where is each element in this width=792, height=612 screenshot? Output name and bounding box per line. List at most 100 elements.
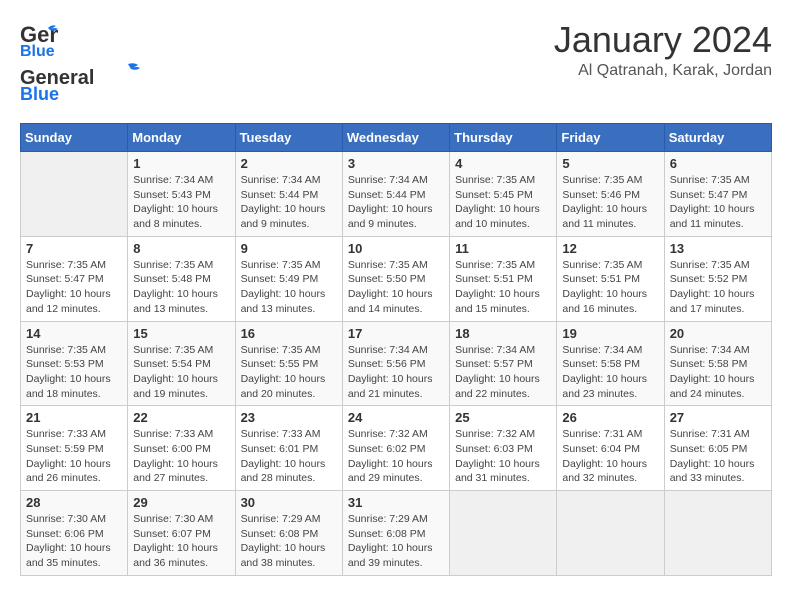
day-info: Sunrise: 7:34 AMSunset: 5:44 PMDaylight:… (241, 173, 337, 232)
day-info: Sunrise: 7:35 AMSunset: 5:53 PMDaylight:… (26, 343, 122, 402)
page-header: General Blue General Blue January 2024 A… (20, 20, 772, 107)
day-info: Sunrise: 7:34 AMSunset: 5:58 PMDaylight:… (670, 343, 766, 402)
day-number: 5 (562, 156, 658, 171)
day-number: 19 (562, 326, 658, 341)
calendar-cell: 7 Sunrise: 7:35 AMSunset: 5:47 PMDaylight… (21, 236, 128, 321)
day-info: Sunrise: 7:32 AMSunset: 6:02 PMDaylight:… (348, 427, 444, 486)
calendar-cell: 12 Sunrise: 7:35 AMSunset: 5:51 PMDayligh… (557, 236, 664, 321)
day-info: Sunrise: 7:35 AMSunset: 5:52 PMDaylight:… (670, 258, 766, 317)
logo-icon: General Blue (20, 20, 58, 58)
calendar-cell: 28 Sunrise: 7:30 AMSunset: 6:06 PMDayligh… (21, 491, 128, 576)
calendar-week-row: 28 Sunrise: 7:30 AMSunset: 6:06 PMDayligh… (21, 491, 772, 576)
day-info: Sunrise: 7:29 AMSunset: 6:08 PMDaylight:… (241, 512, 337, 571)
calendar-cell: 15 Sunrise: 7:35 AMSunset: 5:54 PMDayligh… (128, 321, 235, 406)
calendar-cell: 4 Sunrise: 7:35 AMSunset: 5:45 PMDaylight… (450, 152, 557, 237)
day-info: Sunrise: 7:31 AMSunset: 6:04 PMDaylight:… (562, 427, 658, 486)
calendar-table: SundayMondayTuesdayWednesdayThursdayFrid… (20, 123, 772, 576)
logo-svg: General Blue (20, 62, 140, 102)
calendar-week-row: 14 Sunrise: 7:35 AMSunset: 5:53 PMDayligh… (21, 321, 772, 406)
calendar-cell: 16Sunrise: 7:35 AMSunset: 5:55 PMDayligh… (235, 321, 342, 406)
day-info: Sunrise: 7:35 AMSunset: 5:54 PMDaylight:… (133, 343, 229, 402)
calendar-cell: 26 Sunrise: 7:31 AMSunset: 6:04 PMDayligh… (557, 406, 664, 491)
calendar-header: SundayMondayTuesdayWednesdayThursdayFrid… (21, 124, 772, 152)
day-info: Sunrise: 7:30 AMSunset: 6:07 PMDaylight:… (133, 512, 229, 571)
day-info: Sunrise: 7:33 AMSunset: 6:01 PMDaylight:… (241, 427, 337, 486)
calendar-cell: 13 Sunrise: 7:35 AMSunset: 5:52 PMDayligh… (664, 236, 771, 321)
day-info: Sunrise: 7:32 AMSunset: 6:03 PMDaylight:… (455, 427, 551, 486)
month-title: January 2024 (554, 20, 772, 60)
day-info: Sunrise: 7:35 AMSunset: 5:51 PMDaylight:… (562, 258, 658, 317)
day-info: Sunrise: 7:35 AMSunset: 5:49 PMDaylight:… (241, 258, 337, 317)
calendar-cell: 11 Sunrise: 7:35 AMSunset: 5:51 PMDayligh… (450, 236, 557, 321)
weekday-header-row: SundayMondayTuesdayWednesdayThursdayFrid… (21, 124, 772, 152)
calendar-week-row: 21 Sunrise: 7:33 AMSunset: 5:59 PMDayligh… (21, 406, 772, 491)
day-info: Sunrise: 7:33 AMSunset: 5:59 PMDaylight:… (26, 427, 122, 486)
calendar-cell (21, 152, 128, 237)
weekday-header-wednesday: Wednesday (342, 124, 449, 152)
calendar-cell: 8Sunrise: 7:35 AMSunset: 5:48 PMDaylight… (128, 236, 235, 321)
calendar-cell: 30 Sunrise: 7:29 AMSunset: 6:08 PMDayligh… (235, 491, 342, 576)
calendar-cell: 2 Sunrise: 7:34 AMSunset: 5:44 PMDaylight… (235, 152, 342, 237)
calendar-cell: 5 Sunrise: 7:35 AMSunset: 5:46 PMDaylight… (557, 152, 664, 237)
day-number: 28 (26, 495, 122, 510)
day-info: Sunrise: 7:35 AMSunset: 5:55 PMDaylight:… (241, 343, 337, 402)
day-number: 14 (26, 326, 122, 341)
calendar-cell (664, 491, 771, 576)
day-number: 24 (348, 410, 444, 425)
day-info: Sunrise: 7:34 AMSunset: 5:44 PMDaylight:… (348, 173, 444, 232)
calendar-cell (557, 491, 664, 576)
day-number: 3 (348, 156, 444, 171)
calendar-cell: 25Sunrise: 7:32 AMSunset: 6:03 PMDayligh… (450, 406, 557, 491)
day-number: 15 (133, 326, 229, 341)
day-number: 1 (133, 156, 229, 171)
day-number: 6 (670, 156, 766, 171)
day-number: 4 (455, 156, 551, 171)
calendar-body: 1Sunrise: 7:34 AMSunset: 5:43 PMDaylight… (21, 152, 772, 576)
day-number: 27 (670, 410, 766, 425)
calendar-cell: 29 Sunrise: 7:30 AMSunset: 6:07 PMDayligh… (128, 491, 235, 576)
day-number: 12 (562, 241, 658, 256)
day-number: 20 (670, 326, 766, 341)
calendar-cell: 10 Sunrise: 7:35 AMSunset: 5:50 PMDayligh… (342, 236, 449, 321)
day-number: 29 (133, 495, 229, 510)
day-number: 2 (241, 156, 337, 171)
day-number: 7 (26, 241, 122, 256)
weekday-header-saturday: Saturday (664, 124, 771, 152)
calendar-cell: 6 Sunrise: 7:35 AMSunset: 5:47 PMDaylight… (664, 152, 771, 237)
day-number: 21 (26, 410, 122, 425)
calendar-cell: 9Sunrise: 7:35 AMSunset: 5:49 PMDaylight… (235, 236, 342, 321)
day-info: Sunrise: 7:34 AMSunset: 5:56 PMDaylight:… (348, 343, 444, 402)
calendar-cell: 17 Sunrise: 7:34 AMSunset: 5:56 PMDayligh… (342, 321, 449, 406)
day-info: Sunrise: 7:34 AMSunset: 5:57 PMDaylight:… (455, 343, 551, 402)
calendar-cell: 23Sunrise: 7:33 AMSunset: 6:01 PMDayligh… (235, 406, 342, 491)
day-number: 11 (455, 241, 551, 256)
weekday-header-monday: Monday (128, 124, 235, 152)
calendar-cell: 27Sunrise: 7:31 AMSunset: 6:05 PMDayligh… (664, 406, 771, 491)
calendar-cell: 31Sunrise: 7:29 AMSunset: 6:08 PMDayligh… (342, 491, 449, 576)
calendar-cell: 20 Sunrise: 7:34 AMSunset: 5:58 PMDayligh… (664, 321, 771, 406)
day-info: Sunrise: 7:35 AMSunset: 5:45 PMDaylight:… (455, 173, 551, 232)
weekday-header-friday: Friday (557, 124, 664, 152)
calendar-cell (450, 491, 557, 576)
svg-text:Blue: Blue (20, 84, 59, 102)
day-number: 13 (670, 241, 766, 256)
weekday-header-tuesday: Tuesday (235, 124, 342, 152)
day-number: 18 (455, 326, 551, 341)
day-number: 30 (241, 495, 337, 510)
day-info: Sunrise: 7:35 AMSunset: 5:47 PMDaylight:… (26, 258, 122, 317)
weekday-header-sunday: Sunday (21, 124, 128, 152)
day-info: Sunrise: 7:35 AMSunset: 5:51 PMDaylight:… (455, 258, 551, 317)
location-title: Al Qatranah, Karak, Jordan (554, 62, 772, 80)
day-info: Sunrise: 7:35 AMSunset: 5:47 PMDaylight:… (670, 173, 766, 232)
day-info: Sunrise: 7:35 AMSunset: 5:48 PMDaylight:… (133, 258, 229, 317)
day-info: Sunrise: 7:35 AMSunset: 5:46 PMDaylight:… (562, 173, 658, 232)
day-number: 10 (348, 241, 444, 256)
day-info: Sunrise: 7:35 AMSunset: 5:50 PMDaylight:… (348, 258, 444, 317)
day-info: Sunrise: 7:29 AMSunset: 6:08 PMDaylight:… (348, 512, 444, 571)
calendar-cell: 3 Sunrise: 7:34 AMSunset: 5:44 PMDaylight… (342, 152, 449, 237)
calendar-week-row: 7 Sunrise: 7:35 AMSunset: 5:47 PMDaylight… (21, 236, 772, 321)
day-info: Sunrise: 7:30 AMSunset: 6:06 PMDaylight:… (26, 512, 122, 571)
day-number: 17 (348, 326, 444, 341)
day-number: 26 (562, 410, 658, 425)
calendar-cell: 24 Sunrise: 7:32 AMSunset: 6:02 PMDayligh… (342, 406, 449, 491)
